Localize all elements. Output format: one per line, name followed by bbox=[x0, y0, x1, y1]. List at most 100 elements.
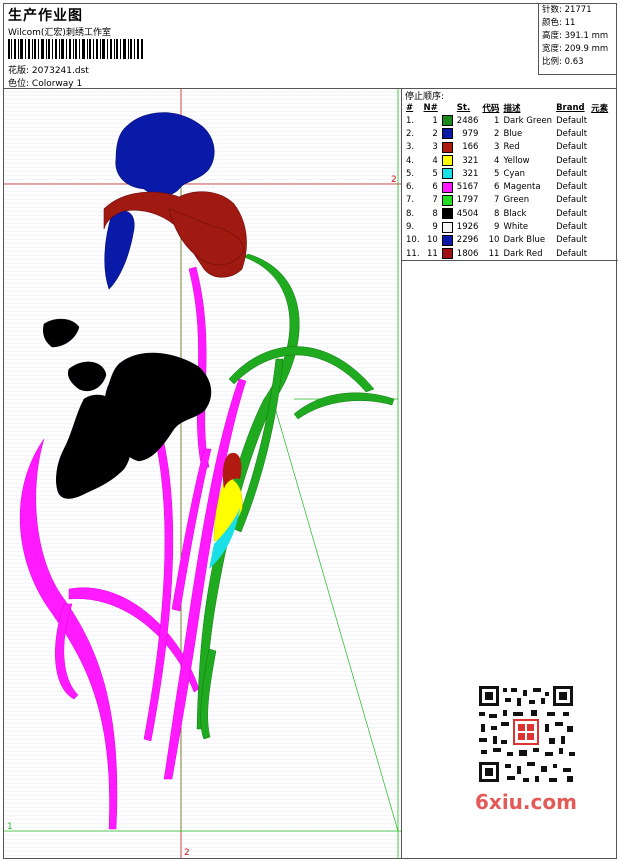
row-no: 8 bbox=[432, 208, 438, 219]
row-stitches: 2296 bbox=[456, 235, 479, 246]
row-stitches: 321 bbox=[462, 155, 479, 166]
table-row: 3. 3 166 3 Red Default bbox=[404, 141, 610, 154]
col-elem: 元素 bbox=[591, 103, 609, 114]
row-stitches: 321 bbox=[462, 168, 479, 179]
row-description: Cyan bbox=[503, 168, 525, 179]
design-value: 2073241.dst bbox=[31, 66, 89, 76]
row-brand: Default bbox=[556, 248, 588, 259]
color-swatch bbox=[441, 234, 453, 246]
stat-height: 高度: 391.1 mm bbox=[542, 31, 609, 41]
row-code: 8 bbox=[494, 208, 500, 219]
design-canvas: 2 1 2 bbox=[4, 89, 401, 858]
colorway-label: 色位: bbox=[8, 79, 30, 89]
row-element bbox=[589, 141, 610, 154]
qr-code bbox=[471, 684, 581, 786]
color-swatch bbox=[441, 168, 453, 180]
row-hash: 3. bbox=[406, 142, 415, 153]
design-label: 花版: bbox=[8, 66, 30, 76]
row-color-swatch bbox=[440, 234, 455, 247]
row-no: 6 bbox=[432, 182, 438, 193]
watermark: 6xiu.com bbox=[475, 790, 577, 814]
row-hash: 5. bbox=[406, 168, 415, 179]
row-stitches: 979 bbox=[462, 128, 479, 139]
row-no: 3 bbox=[432, 142, 438, 153]
row-element bbox=[589, 247, 610, 260]
table-row: 7. 7 1797 7 Green Default bbox=[404, 194, 610, 207]
color-swatch bbox=[441, 248, 453, 260]
row-no: 5 bbox=[432, 168, 438, 179]
color-swatch bbox=[441, 155, 453, 167]
page-title: 生产作业图 bbox=[8, 8, 83, 24]
table-row: 4. 4 321 4 Yellow Default bbox=[404, 154, 610, 167]
barcode bbox=[8, 39, 143, 59]
row-no: 4 bbox=[432, 155, 438, 166]
studio-name: Wilcom(汇宏)刺绣工作室 bbox=[8, 28, 111, 38]
marker-bottom-left: 1 bbox=[7, 822, 13, 832]
row-color-swatch bbox=[440, 207, 455, 220]
row-hash: 1. bbox=[406, 115, 415, 126]
row-code: 11 bbox=[488, 248, 500, 259]
color-swatch bbox=[441, 194, 453, 206]
col-color bbox=[440, 101, 455, 114]
row-hash: 11. bbox=[406, 248, 420, 259]
row-stitches: 1806 bbox=[456, 248, 479, 259]
marker-top-right: 2 bbox=[391, 175, 397, 185]
row-hash: 2. bbox=[406, 128, 415, 139]
header: 生产作业图 Wilcom(汇宏)刺绣工作室 花版: 2073241.dst 色位… bbox=[3, 3, 617, 89]
color-swatch bbox=[441, 208, 453, 220]
row-hash: 10. bbox=[406, 235, 420, 246]
row-element bbox=[589, 220, 610, 233]
row-element bbox=[589, 207, 610, 220]
row-brand: Default bbox=[556, 128, 588, 139]
row-hash: 8. bbox=[406, 208, 415, 219]
row-stitches: 166 bbox=[462, 142, 479, 153]
stat-colors: 颜色: 11 bbox=[542, 18, 576, 28]
row-hash: 9. bbox=[406, 222, 415, 233]
color-swatch bbox=[441, 115, 453, 127]
row-no: 10 bbox=[426, 235, 438, 246]
col-brand: Brand bbox=[556, 102, 585, 113]
row-description: Dark Blue bbox=[503, 235, 546, 246]
color-swatch bbox=[441, 128, 453, 140]
row-brand: Default bbox=[556, 182, 588, 193]
row-no: 11 bbox=[426, 248, 438, 259]
design-file: 花版: 2073241.dst bbox=[8, 63, 89, 76]
row-color-swatch bbox=[440, 141, 455, 154]
row-element bbox=[589, 180, 610, 193]
row-description: Black bbox=[503, 208, 527, 219]
row-color-swatch bbox=[440, 220, 455, 233]
row-description: Blue bbox=[503, 128, 523, 139]
stats-box: 针数: 21771 颜色: 11 高度: 391.1 mm 宽度: 209.9 … bbox=[538, 3, 617, 75]
row-hash: 6. bbox=[406, 182, 415, 193]
row-color-swatch bbox=[440, 167, 455, 180]
row-brand: Default bbox=[556, 235, 588, 246]
row-description: Dark Green bbox=[503, 115, 553, 126]
row-description: Magenta bbox=[503, 182, 541, 193]
color-swatch bbox=[441, 181, 453, 193]
row-stitches: 5167 bbox=[456, 182, 479, 193]
row-brand: Default bbox=[556, 142, 588, 153]
row-code: 7 bbox=[494, 195, 500, 206]
row-no: 7 bbox=[432, 195, 438, 206]
row-code: 2 bbox=[494, 128, 500, 139]
row-description: Green bbox=[503, 195, 530, 206]
color-swatch bbox=[441, 141, 453, 153]
row-description: Dark Red bbox=[503, 248, 543, 259]
table-row: 8. 8 4504 8 Black Default bbox=[404, 207, 610, 220]
row-code: 3 bbox=[494, 142, 500, 153]
row-element bbox=[589, 234, 610, 247]
row-brand: Default bbox=[556, 195, 588, 206]
table-row: 10. 10 2296 10 Dark Blue Default bbox=[404, 234, 610, 247]
row-color-swatch bbox=[440, 154, 455, 167]
row-element bbox=[589, 154, 610, 167]
row-code: 5 bbox=[494, 168, 500, 179]
row-element bbox=[589, 167, 610, 180]
row-hash: 4. bbox=[406, 155, 415, 166]
stat-scale: 比例: 0.63 bbox=[542, 57, 584, 67]
row-description: Red bbox=[503, 142, 520, 153]
stat-width: 宽度: 209.9 mm bbox=[542, 44, 609, 54]
table-row: 6. 6 5167 6 Magenta Default bbox=[404, 180, 610, 193]
table-row: 5. 5 321 5 Cyan Default bbox=[404, 167, 610, 180]
table-header-row: # N# St. 代码 描述 Brand 元素 bbox=[404, 101, 610, 114]
row-description: Yellow bbox=[503, 155, 530, 166]
